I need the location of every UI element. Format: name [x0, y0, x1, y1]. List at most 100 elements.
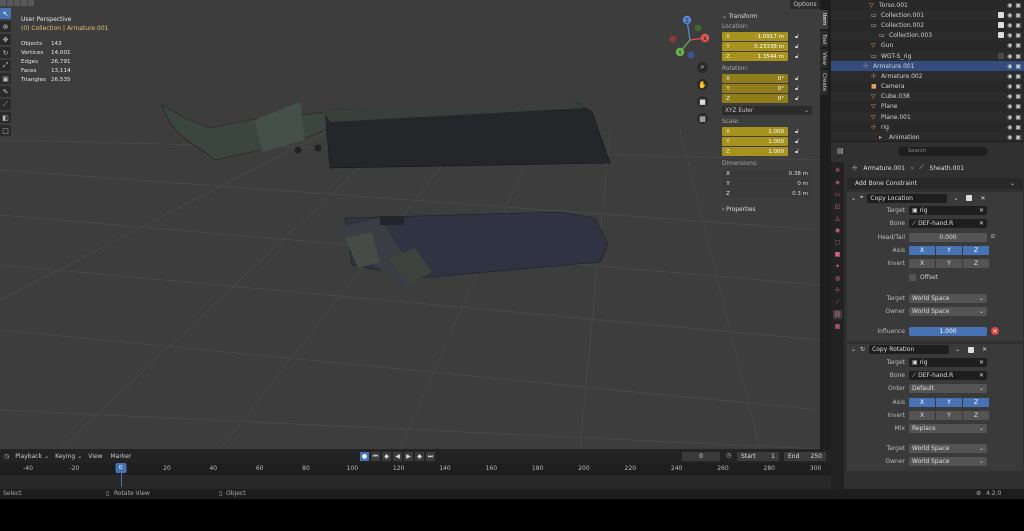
outliner-item[interactable]: ▽ Torso.001 ◉ ▣ [831, 0, 1024, 10]
menu-marker[interactable]: Marker [111, 453, 132, 460]
knife-model[interactable] [161, 101, 611, 169]
invert-y-toggle[interactable]: Y [936, 411, 962, 420]
camera-icon[interactable]: ▣ [1015, 83, 1021, 90]
output-tab-icon[interactable]: ▭ [833, 190, 842, 199]
mix-dropdown[interactable]: Replace ⌄ [909, 424, 987, 434]
close-icon[interactable]: ✕ [979, 372, 984, 379]
sheath-model[interactable] [335, 211, 609, 288]
add-cube-tool[interactable]: ◧ [0, 112, 11, 123]
transform-tool[interactable]: ▣ [0, 73, 11, 84]
bone-field[interactable]: ⟋ DEF-hand.R ✕ [909, 219, 987, 229]
playhead-marker[interactable]: 0 [115, 463, 127, 473]
eye-icon[interactable]: ◉ [1007, 42, 1012, 49]
exclude-checkbox[interactable] [998, 11, 1005, 18]
exclude-checkbox[interactable] [998, 32, 1005, 39]
camera-icon[interactable]: ▣ [1015, 12, 1021, 19]
camera-icon[interactable]: ▣ [1015, 63, 1021, 70]
view-icon[interactable] [7, 0, 13, 6]
invert-x-toggle[interactable]: X [909, 259, 935, 269]
measure-tool[interactable]: ⟋ [0, 99, 11, 110]
zoom-icon[interactable]: ⌕ [697, 62, 708, 73]
lock-icon[interactable]: 🔓︎ [795, 75, 803, 83]
scale-z-field[interactable]: Z 1.000 [722, 147, 788, 156]
mode-icon[interactable] [0, 0, 6, 6]
lock-icon[interactable]: 🔓︎ [795, 148, 803, 156]
invert-y-toggle[interactable]: Y [936, 259, 962, 269]
tab-tool[interactable]: Tool [820, 30, 828, 48]
owner-space-dropdown[interactable]: World Space ⌄ [909, 307, 987, 317]
modifier-tab-icon[interactable]: ✦ [833, 262, 842, 271]
outliner-item[interactable]: ■ Camera ◉ ▣ [831, 82, 1024, 92]
invert-x-toggle[interactable]: X [909, 411, 935, 420]
location-x-field[interactable]: X -1.0917 m [722, 32, 788, 41]
add-object-tool[interactable]: □ [0, 125, 11, 136]
menu-view[interactable]: View [88, 453, 102, 460]
axis-z-toggle[interactable]: Z [963, 246, 989, 256]
rotation-y-field[interactable]: Y 0° [722, 84, 788, 93]
select-box-tool[interactable]: ↖ [0, 8, 11, 19]
scale-x-field[interactable]: X 1.000 [722, 127, 788, 136]
eye-icon[interactable]: ◉ [1007, 12, 1012, 19]
camera-icon[interactable]: ▣ [1015, 134, 1021, 141]
location-y-field[interactable]: Y 0.23338 m [722, 42, 788, 51]
jump-start-icon[interactable]: ⏮ [371, 452, 380, 461]
rotation-z-field[interactable]: Z 0° [722, 94, 788, 103]
outliner-item[interactable]: ☩ Armature.002 ◉ ▣ [831, 71, 1024, 82]
render-tab-icon[interactable]: ◈ [833, 178, 842, 187]
camera-icon[interactable]: ▣ [1015, 124, 1021, 131]
header-mini-buttons[interactable] [0, 0, 34, 6]
camera-icon[interactable]: ▣ [1015, 53, 1021, 60]
add-bone-constraint-button[interactable]: Add Bone Constraint ⌄ [847, 178, 1023, 189]
close-icon[interactable]: ✕ [979, 220, 984, 227]
exclude-checkbox[interactable] [998, 21, 1005, 28]
jump-end-icon[interactable]: ⏭ [426, 452, 435, 461]
camera-icon[interactable]: ▣ [1015, 114, 1021, 121]
outliner-item[interactable]: ▽ Cube.038 ◉ ▣ [831, 91, 1024, 102]
tool-tab-icon[interactable]: ✲ [833, 166, 842, 175]
constraint-name-field[interactable]: Copy Location [867, 193, 948, 203]
annotate-tool[interactable]: ✎ [0, 86, 11, 97]
scale-tool[interactable]: ⤢ [0, 60, 11, 71]
outliner-item[interactable]: ▽ Plane.001 ◉ ▣ [831, 112, 1024, 123]
camera-icon[interactable]: ▣ [1015, 42, 1021, 49]
clock-icon[interactable]: ◷ [726, 452, 731, 459]
menu-playback[interactable]: Playback [15, 453, 42, 460]
camera-icon[interactable]: ▣ [1015, 32, 1021, 39]
dimensions-y-field[interactable]: Y 0 m [722, 179, 812, 188]
object-tab-icon[interactable]: ■ [833, 250, 842, 259]
outliner-item[interactable]: ▸ Animation ◉ ▣ [831, 132, 1024, 141]
select-icon[interactable] [14, 0, 20, 6]
outliner-item[interactable]: ▭ WGT-S_rig ◉ ▣ [831, 50, 1024, 62]
eye-icon[interactable]: ◉ [1007, 32, 1012, 39]
outliner-item[interactable]: ▭ Collection.001 ◉ ▣ [831, 10, 1024, 21]
invert-z-toggle[interactable]: Z [963, 411, 989, 420]
eye-icon[interactable]: ◉ [1007, 73, 1012, 80]
bone-constraint-tab-icon[interactable]: ⛓ [833, 310, 842, 319]
chevron-down-icon[interactable]: ⌄ [851, 346, 856, 353]
eye-icon[interactable]: ◉ [1007, 124, 1012, 131]
scale-y-field[interactable]: Y 1.000 [722, 137, 788, 146]
options-button[interactable]: Options [790, 0, 820, 9]
properties-section[interactable]: › Properties [722, 207, 815, 213]
menu-keying[interactable]: Keying [55, 453, 75, 460]
eye-icon[interactable]: ◉ [1007, 63, 1012, 70]
texture-tab-icon[interactable]: ▦ [833, 322, 842, 331]
offset-checkbox[interactable] [909, 273, 916, 281]
close-icon[interactable]: ✕ [979, 207, 984, 214]
camera-view-icon[interactable]: ■ [697, 96, 708, 107]
keyframe-track[interactable] [0, 475, 831, 489]
dimensions-z-field[interactable]: Z 0.3 m [722, 189, 812, 198]
camera-icon[interactable]: ▣ [1015, 73, 1021, 80]
navigation-gizmo[interactable]: X Y Z [667, 14, 713, 60]
3d-viewport[interactable]: ↖ ⊕ ✥ ↻ ⤢ ▣ ✎ ⟋ ◧ □ User Perspective (0)… [0, 0, 820, 449]
lock-icon[interactable]: 🔓︎ [795, 43, 803, 51]
target-space-dropdown[interactable]: World Space ⌄ [909, 293, 987, 303]
view-layer-tab-icon[interactable]: ◱ [833, 202, 842, 211]
owner-space-dropdown[interactable]: World Space ⌄ [909, 456, 987, 466]
chevron-down-icon[interactable]: ⌄ [953, 195, 958, 202]
influence-slider[interactable]: 1.000 [909, 326, 987, 336]
camera-icon[interactable]: ▣ [1015, 93, 1021, 100]
tab-view[interactable]: View [820, 49, 828, 69]
rotate-tool[interactable]: ↻ [0, 47, 11, 58]
play-reverse-icon[interactable]: ◀ [393, 452, 402, 461]
